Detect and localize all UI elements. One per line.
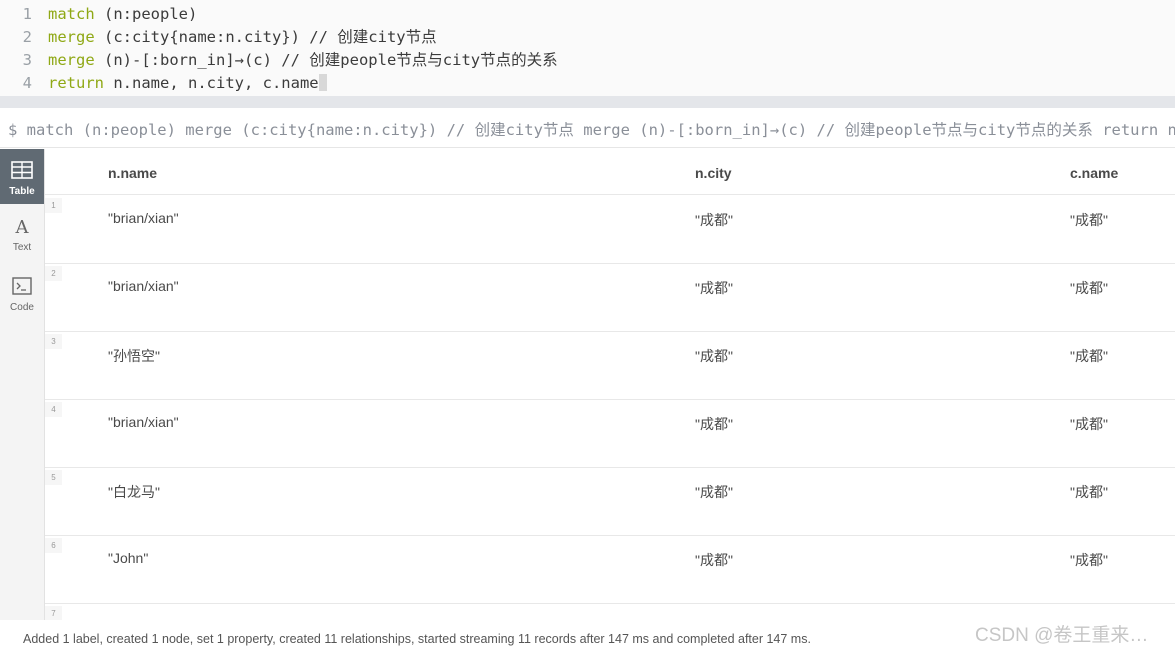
cell-c-name: "成都" — [1070, 416, 1108, 432]
cell-n-city: "成都" — [695, 280, 733, 296]
line-number: 1 — [22, 5, 32, 23]
cell-n-name: "孙悟空" — [108, 348, 160, 364]
query-summary-text: $ match (n:people) merge (c:city{name:n.… — [8, 121, 1175, 139]
keyword: merge — [48, 51, 95, 69]
column-header[interactable]: n.name — [108, 165, 157, 181]
status-message: Added 1 label, created 1 node, set 1 pro… — [23, 632, 811, 646]
keyword: merge — [48, 28, 95, 46]
code-text: n.name, n.city, c.name — [104, 74, 319, 92]
column-header[interactable]: c.name — [1070, 165, 1118, 181]
cell-n-city: "成都" — [695, 212, 733, 228]
cell-c-name: "成都" — [1070, 348, 1108, 364]
line-number: 3 — [22, 51, 32, 69]
row-number: 7 — [45, 606, 62, 620]
table-row[interactable]: 3 "孙悟空" "成都" "成都" — [45, 332, 1175, 400]
text-cursor — [318, 74, 327, 91]
tab-table[interactable]: Table — [0, 149, 44, 204]
tab-code[interactable]: Code — [0, 265, 44, 320]
row-number: 4 — [45, 402, 62, 417]
cell-n-name: "brian/xian" — [108, 278, 179, 294]
tab-label: Text — [12, 242, 32, 253]
row-number: 3 — [45, 334, 62, 349]
svg-text:A: A — [15, 217, 30, 235]
text-icon: A — [15, 217, 30, 235]
result-table[interactable]: n.name n.city c.name 1 "brian/xian" "成都"… — [45, 149, 1175, 620]
cell-n-city: "成都" — [695, 484, 733, 500]
table-row[interactable]: 4 "brian/xian" "成都" "成都" — [45, 400, 1175, 468]
cell-n-name: "白龙马" — [108, 484, 160, 500]
row-number: 1 — [45, 198, 62, 213]
code-icon — [12, 277, 32, 295]
tab-label: Table — [9, 186, 35, 197]
editor-divider[interactable] — [0, 96, 1175, 108]
column-header[interactable]: n.city — [695, 165, 732, 181]
cell-n-city: "成都" — [695, 416, 733, 432]
table-row[interactable]: 6 "John" "成都" "成都" — [45, 536, 1175, 604]
cell-n-city: "成都" — [695, 552, 733, 568]
cell-n-name: "brian/xian" — [108, 210, 179, 226]
line-number: 2 — [22, 28, 32, 46]
line-number: 4 — [22, 74, 32, 92]
row-number: 6 — [45, 538, 62, 553]
code-text: (c:city{name:n.city}) // 创建city节点 — [94, 28, 437, 46]
table-row[interactable]: 7 — [45, 604, 1175, 620]
tab-label: Code — [10, 302, 34, 313]
table-header: n.name n.city c.name — [45, 149, 1175, 195]
row-number: 5 — [45, 470, 62, 485]
cell-n-name: "John" — [108, 550, 149, 566]
cell-c-name: "成都" — [1070, 280, 1108, 296]
cell-n-city: "成都" — [695, 348, 733, 364]
watermark: CSDN @卷王重来… — [975, 625, 1149, 646]
keyword: match — [48, 5, 95, 23]
table-row[interactable]: 1 "brian/xian" "成都" "成都" — [45, 196, 1175, 264]
query-editor[interactable]: 1 match (n:people) 2 merge (c:city{name:… — [0, 0, 1175, 96]
keyword: return — [48, 74, 104, 92]
cell-n-name: "brian/xian" — [108, 414, 179, 430]
table-icon — [11, 161, 33, 179]
cell-c-name: "成都" — [1070, 484, 1108, 500]
cell-c-name: "成都" — [1070, 212, 1108, 228]
code-text: (n:people) — [94, 5, 198, 23]
row-number: 2 — [45, 266, 62, 281]
tab-text[interactable]: A Text — [0, 205, 44, 260]
view-tabs: Table A Text Code — [0, 149, 45, 620]
table-row[interactable]: 2 "brian/xian" "成都" "成都" — [45, 264, 1175, 332]
query-summary[interactable]: $ match (n:people) merge (c:city{name:n.… — [0, 108, 1175, 148]
cell-c-name: "成都" — [1070, 552, 1108, 568]
code-text: (n)-[:born_in]→(c) // 创建people节点与city节点的… — [94, 51, 558, 69]
table-row[interactable]: 5 "白龙马" "成都" "成都" — [45, 468, 1175, 536]
